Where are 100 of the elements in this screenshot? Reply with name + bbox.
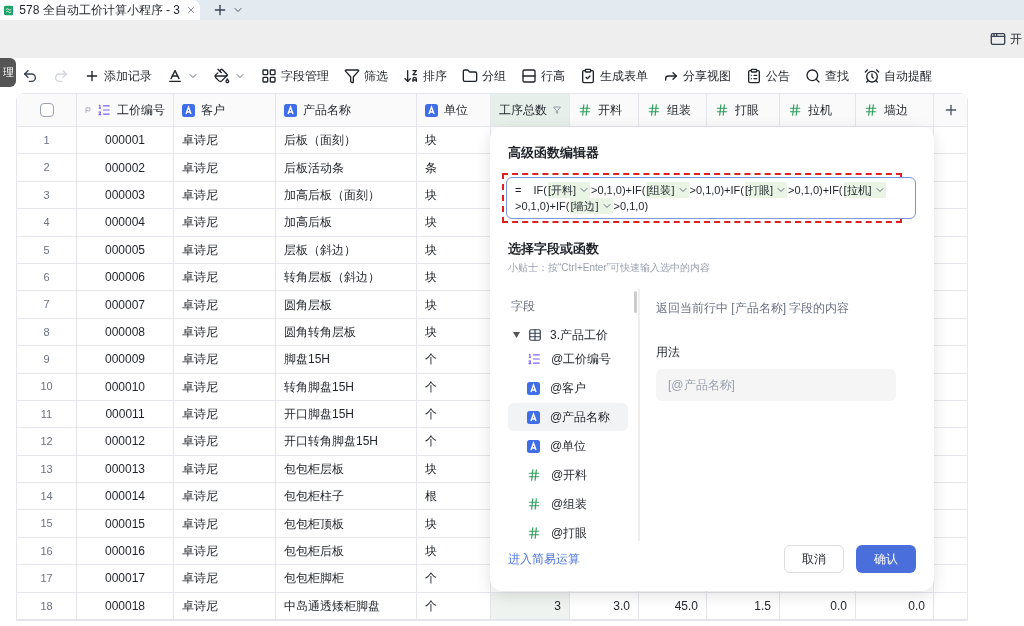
- table-cell: 包包柜后板: [276, 537, 417, 565]
- field-item[interactable]: @组装: [508, 490, 628, 518]
- formula-text: >0,1,0)+IF(: [591, 183, 646, 196]
- app-logo-icon: [4, 3, 14, 17]
- text-field-icon: [182, 103, 195, 117]
- browser-tab[interactable]: 578 全自动工价计算小程序 - 3: [0, 0, 200, 20]
- field-item[interactable]: @打眼: [508, 519, 628, 541]
- undo-icon[interactable]: [22, 67, 38, 84]
- toolbar-button[interactable]: 筛选: [344, 66, 388, 85]
- row-number: 4: [17, 209, 77, 236]
- number-field-icon: [788, 103, 802, 117]
- toolbar-button[interactable]: 自动提醒: [864, 66, 932, 85]
- table-cell: 加高后板: [276, 209, 417, 236]
- table-cell: 0.0: [780, 592, 856, 620]
- toolbar-button[interactable]: 行高: [521, 66, 565, 85]
- row-number: 2: [17, 154, 77, 181]
- new-tab-icon[interactable]: [212, 2, 228, 18]
- table-cell: 3.0: [570, 592, 639, 620]
- row-number: 1: [17, 127, 77, 154]
- table-cell: 000015: [77, 510, 174, 537]
- dialog-title: 高级函数编辑器: [508, 144, 600, 162]
- column-title: 工序总数: [499, 102, 547, 119]
- toolbar-button[interactable]: 查找: [805, 66, 849, 85]
- usage-example: [@产品名称]: [656, 369, 896, 401]
- column-header[interactable]: 工序总数: [491, 94, 570, 126]
- field-item[interactable]: @单位: [508, 432, 628, 460]
- filter-icon: [344, 67, 360, 84]
- table-node[interactable]: 3.产品工价: [513, 326, 638, 344]
- side-handle[interactable]: 理: [0, 58, 16, 87]
- field-token[interactable]: [墙边]: [570, 197, 613, 214]
- table-cell: 卓诗尼: [174, 181, 276, 209]
- table-cell: 开口脚盘15H: [276, 400, 417, 428]
- toolbar-button[interactable]: 分享视图: [663, 66, 731, 85]
- table-cell: 包包柜顶板: [276, 510, 417, 537]
- field-item[interactable]: @产品名称: [508, 403, 628, 431]
- number-field-icon: [527, 468, 541, 482]
- select-all-checkbox[interactable]: [39, 103, 54, 117]
- table-cell: 开口转角脚盘15H: [276, 428, 417, 455]
- rows-icon: [521, 67, 537, 84]
- paint-bucket-icon: [214, 67, 230, 84]
- toolbar-button[interactable]: 字段管理: [261, 66, 329, 85]
- row-number: 8: [17, 318, 77, 346]
- field-item[interactable]: @客户: [508, 374, 628, 402]
- row-number: 5: [17, 236, 77, 263]
- table-cell: 000018: [77, 592, 174, 620]
- tab-title: 578 全自动工价计算小程序 - 3: [19, 2, 180, 19]
- number-field-icon: [527, 526, 541, 540]
- table-cell: 000002: [77, 154, 174, 181]
- confirm-button[interactable]: 确认: [856, 545, 916, 573]
- number-field-icon: [864, 103, 878, 117]
- text-field-icon: [527, 439, 540, 453]
- column-title: 墙边: [884, 102, 908, 119]
- sort-icon: [403, 67, 419, 84]
- window-icon[interactable]: [990, 31, 1006, 47]
- row-number: 16: [17, 537, 77, 565]
- table-cell: 000001: [77, 127, 174, 154]
- section-title: 选择字段或函数: [508, 239, 600, 258]
- text-field-icon: [527, 410, 540, 424]
- table-cell: 1.5: [707, 592, 780, 620]
- toolbar-button[interactable]: 添加记录: [84, 66, 152, 85]
- text-color-button[interactable]: [167, 67, 199, 84]
- caret-icon: [513, 332, 520, 338]
- text-field-icon: [284, 103, 297, 117]
- table-cell: 转角层板（斜边）: [276, 263, 417, 291]
- row-number: 17: [17, 565, 77, 592]
- scrollbar-thumb[interactable]: [634, 291, 637, 313]
- table-cell: 卓诗尼: [174, 592, 276, 620]
- row-number: 18: [17, 592, 77, 620]
- fill-color-button[interactable]: [214, 67, 246, 84]
- text-field-icon: [527, 381, 540, 395]
- toolbar-button[interactable]: 公告: [746, 66, 790, 85]
- filter-icon[interactable]: [553, 104, 561, 116]
- field-token[interactable]: [打眼]: [745, 181, 788, 198]
- toolbar-button[interactable]: 排序: [403, 66, 447, 85]
- formula-field[interactable]: = IF([开料] >0,1,0)+IF([组装] >0,1,0)+IF([打眼] >0,1,0)+IF([拉机] >0,1,0)+IF([墙边] >0,1,0): [506, 176, 916, 219]
- field-token[interactable]: [开料]: [547, 181, 590, 198]
- table-cell: 000014: [77, 483, 174, 510]
- table-cell: 000007: [77, 291, 174, 318]
- toolbar-button[interactable]: 分组: [462, 66, 506, 85]
- table-icon: [528, 328, 542, 342]
- row-number: 15: [17, 510, 77, 537]
- table-cell: 包包柜层板: [276, 455, 417, 483]
- table-cell: 000016: [77, 537, 174, 565]
- field-token[interactable]: [组装]: [646, 181, 689, 198]
- toolbar-button[interactable]: 生成表单: [580, 66, 648, 85]
- simple-mode-link[interactable]: 进入简易运算: [508, 550, 580, 568]
- field-item[interactable]: @工价编号: [508, 345, 628, 373]
- equals-sign: =: [515, 183, 522, 196]
- table-cell: 卓诗尼: [174, 346, 276, 373]
- table-cell: 加高后板（面刻）: [276, 181, 417, 209]
- table-cell: 3: [491, 592, 570, 620]
- field-item[interactable]: @开料: [508, 461, 628, 489]
- row-number: 12: [17, 428, 77, 455]
- grid-icon: [261, 67, 277, 84]
- column-title: 开料: [598, 102, 622, 119]
- autonumber-icon: [97, 103, 111, 117]
- field-token[interactable]: [拉机]: [843, 181, 886, 198]
- top-bar-label[interactable]: 开: [1010, 30, 1022, 48]
- cancel-button[interactable]: 取消: [784, 545, 844, 573]
- column-title: 客户: [201, 102, 225, 119]
